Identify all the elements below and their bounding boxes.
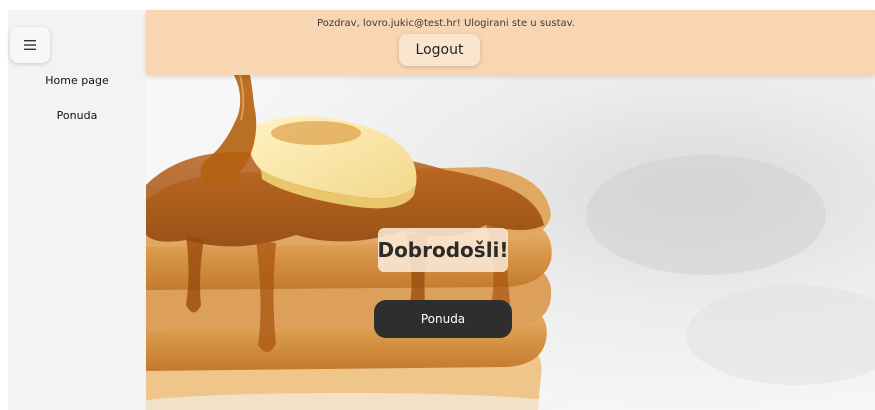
top-header: Pozdrav, lovro.jukic@test.hr! Ulogirani …	[146, 10, 875, 75]
logout-button[interactable]: Logout	[399, 34, 480, 66]
ponuda-button[interactable]: Ponuda	[374, 300, 512, 338]
greeting-text: Pozdrav, lovro.jukic@test.hr! Ulogirani …	[317, 18, 575, 29]
pancake-image	[146, 75, 875, 410]
welcome-heading: Dobrodošli!	[377, 228, 509, 272]
sidebar-item-home-page[interactable]: Home page	[8, 74, 146, 87]
menu-toggle-button[interactable]	[10, 27, 50, 63]
sidebar-item-ponuda[interactable]: Ponuda	[8, 109, 146, 122]
sidebar: Home page Ponuda	[8, 10, 146, 410]
hero-banner: Dobrodošli! Ponuda	[146, 75, 875, 410]
hamburger-icon	[24, 40, 36, 50]
app-window: Home page Ponuda Pozdrav, lovro.jukic@te…	[0, 0, 875, 410]
